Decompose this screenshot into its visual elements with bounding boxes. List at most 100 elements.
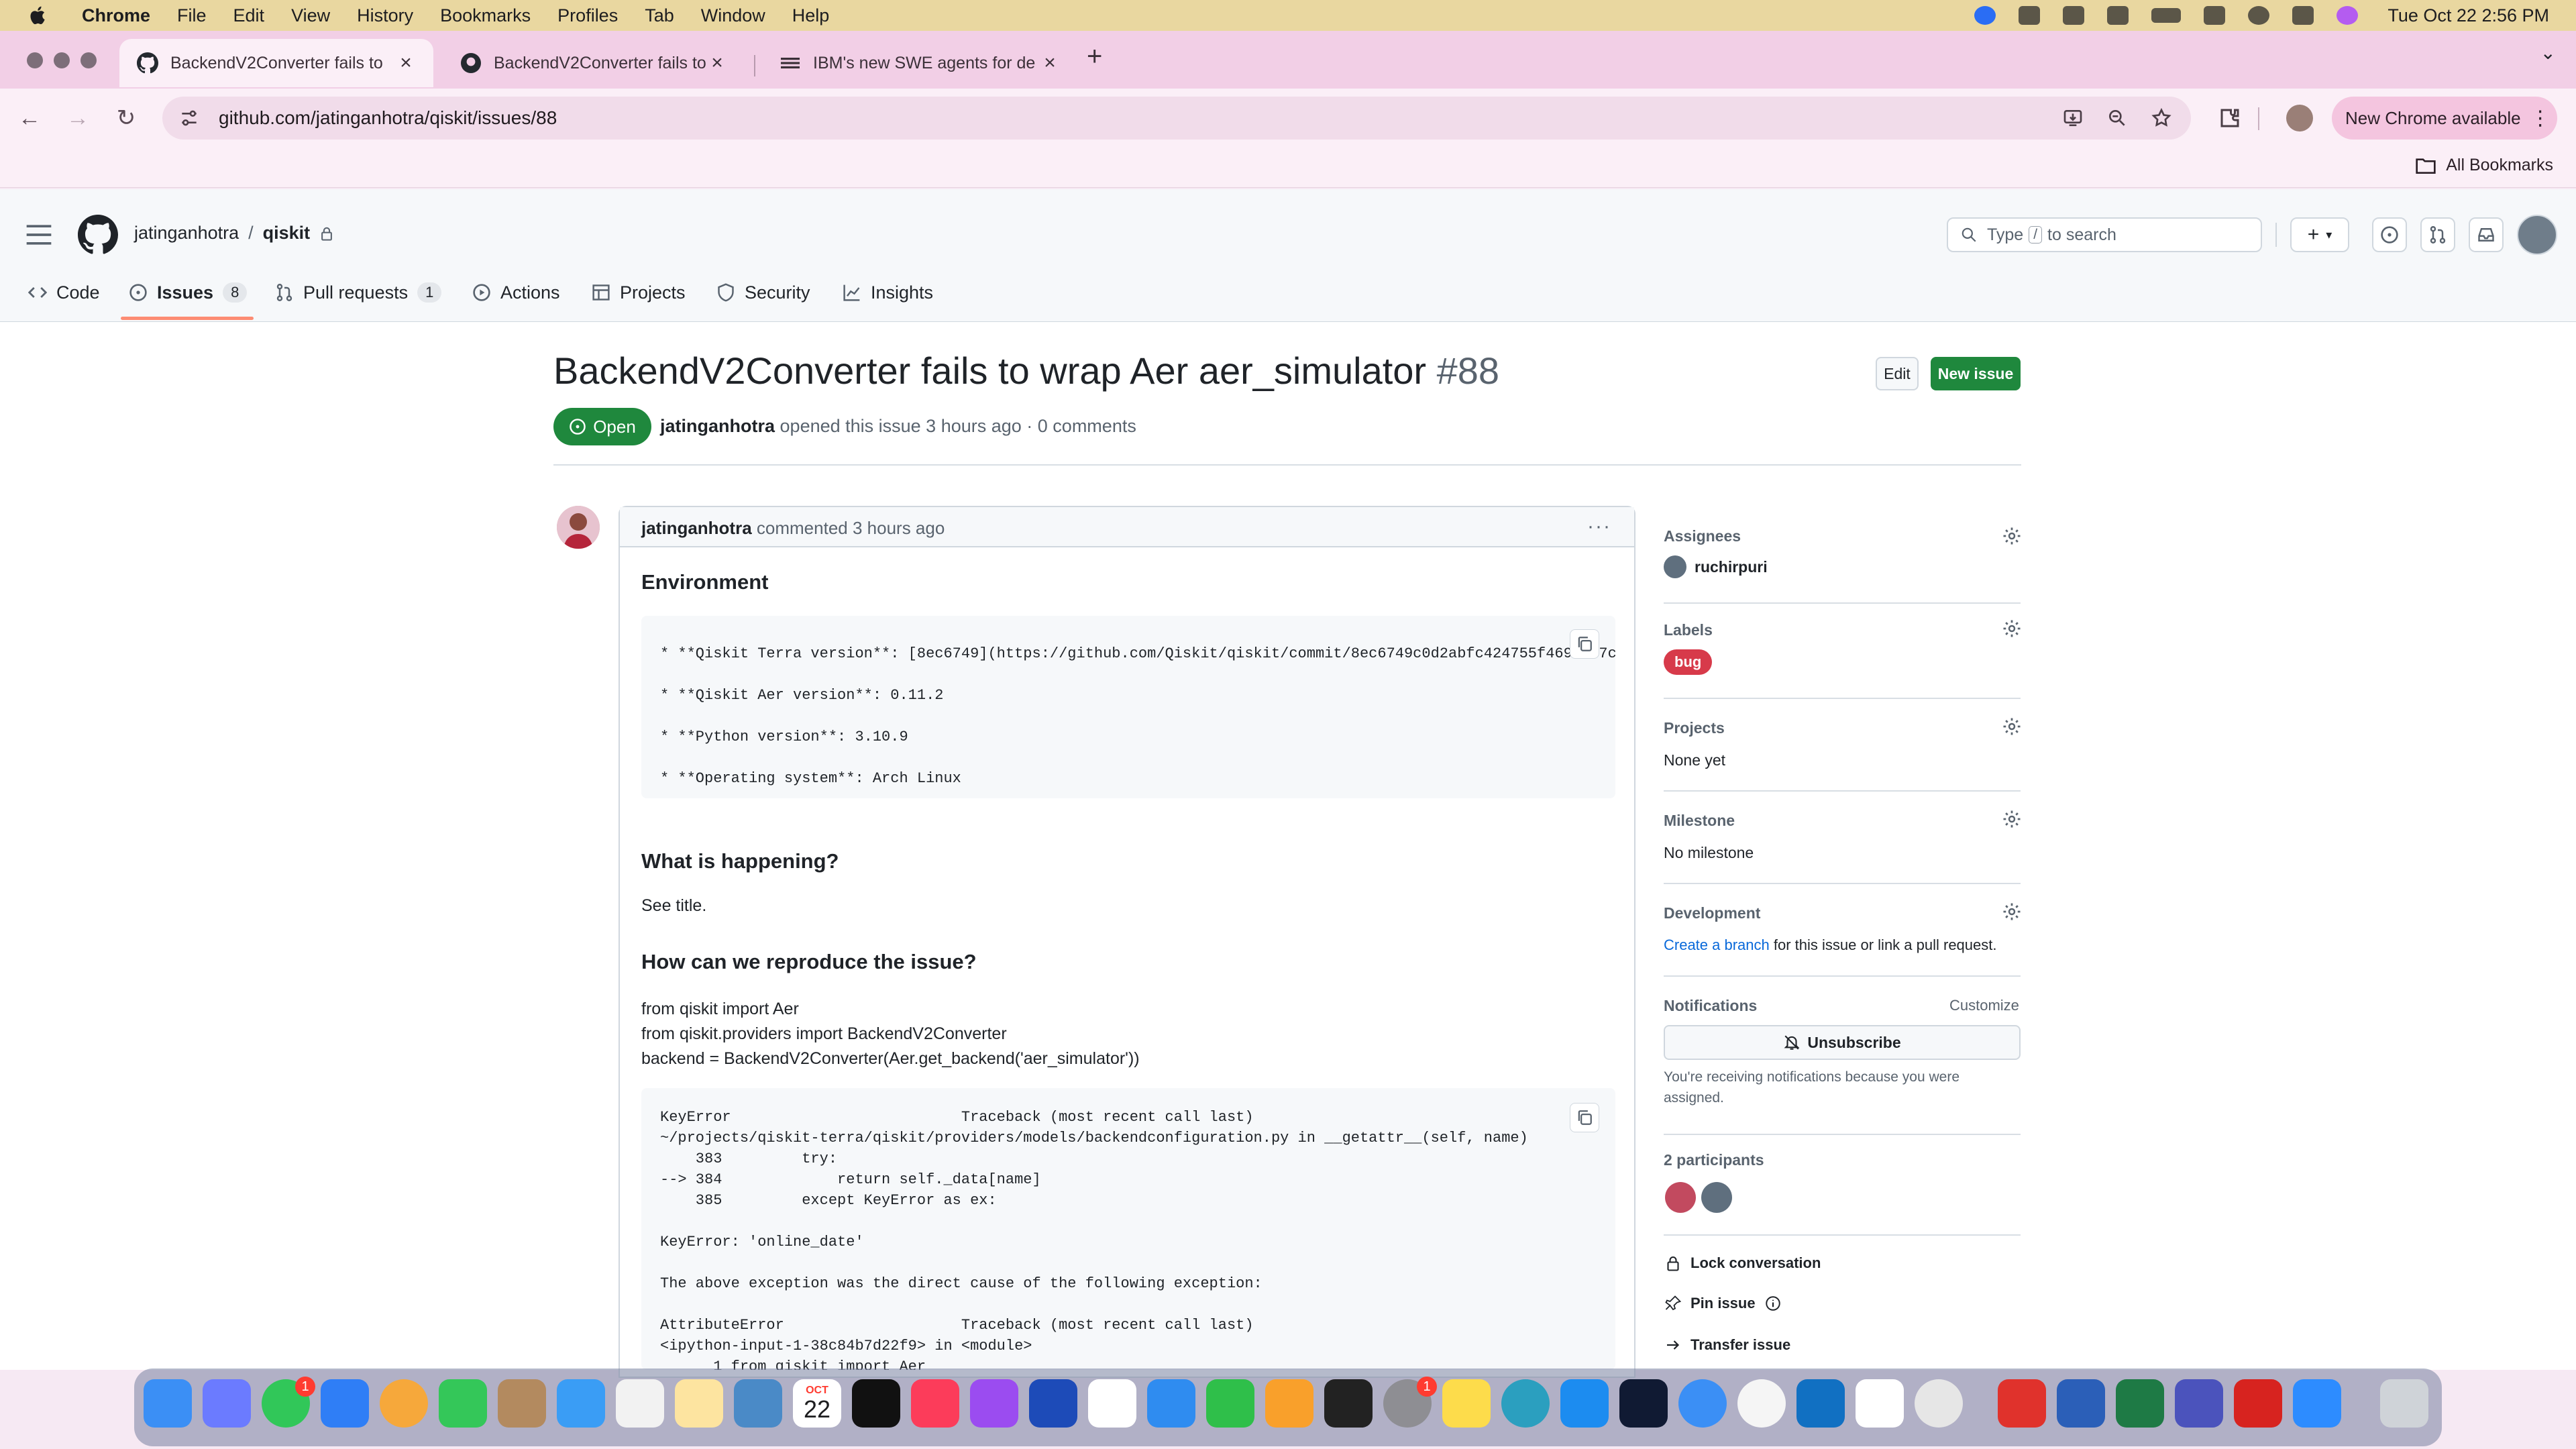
repo-owner-link[interactable]: jatinganhotra — [134, 223, 239, 244]
excel-icon[interactable] — [2116, 1379, 2164, 1428]
menu-app-name[interactable]: Chrome — [82, 5, 150, 26]
participant-avatar[interactable] — [1665, 1182, 1696, 1213]
music-icon[interactable] — [911, 1379, 959, 1428]
projects-gear-icon[interactable] — [2002, 716, 2022, 737]
battery-icon[interactable] — [2151, 8, 2182, 23]
chatgpt-icon[interactable] — [1915, 1379, 1963, 1428]
create-branch-link[interactable]: Create a branch — [1664, 936, 1770, 953]
acrobat-icon[interactable] — [2234, 1379, 2282, 1428]
labels-gear-icon[interactable] — [2002, 619, 2022, 639]
creative-cloud-icon[interactable] — [2019, 6, 2041, 25]
zoom-status-icon[interactable] — [1974, 6, 1996, 25]
vpn-icon[interactable] — [1501, 1379, 1550, 1428]
safari-icon[interactable] — [321, 1379, 369, 1428]
milestone-gear-icon[interactable] — [2002, 809, 2022, 829]
apple-tv-icon[interactable] — [852, 1379, 900, 1428]
assignees-gear-icon[interactable] — [2002, 526, 2022, 546]
lock-conversation-button[interactable]: Lock conversation — [1665, 1254, 1821, 1272]
bookmark-star-icon[interactable] — [2151, 107, 2172, 129]
menu-bookmarks[interactable]: Bookmarks — [440, 5, 531, 26]
tab-security[interactable]: Security — [716, 279, 810, 306]
github-logo-icon[interactable] — [78, 215, 118, 255]
menu-edit[interactable]: Edit — [233, 5, 265, 26]
menu-window[interactable]: Window — [701, 5, 765, 26]
tab-issues[interactable]: Issues 8 — [129, 279, 248, 306]
menu-profiles[interactable]: Profiles — [557, 5, 618, 26]
window-zoom-button[interactable] — [80, 52, 97, 68]
new-chrome-available-button[interactable]: New Chrome available ⋮ — [2332, 97, 2557, 140]
all-bookmarks-button[interactable]: All Bookmarks — [2415, 156, 2553, 175]
user-avatar[interactable] — [2517, 215, 2557, 255]
customize-link[interactable]: Customize — [1949, 997, 2019, 1014]
screen-mirror-icon[interactable] — [2107, 6, 2129, 25]
window-close-button[interactable] — [27, 52, 43, 68]
github-search-input[interactable]: Type / to search — [1947, 217, 2262, 252]
tab-projects[interactable]: Projects — [592, 279, 686, 306]
reminders-icon[interactable] — [616, 1379, 664, 1428]
unsubscribe-button[interactable]: Unsubscribe — [1664, 1025, 2021, 1060]
bug-label-badge[interactable]: bug — [1664, 649, 1713, 675]
labels-label[interactable]: Labels — [1664, 621, 1713, 639]
menu-file[interactable]: File — [177, 5, 207, 26]
new-tab-plus-icon[interactable]: + — [1087, 42, 1102, 72]
freeform-icon[interactable] — [734, 1379, 782, 1428]
terminal-icon[interactable] — [1324, 1379, 1373, 1428]
browser-tab[interactable]: IBM's new SWE agents for de × — [762, 39, 1077, 87]
safari-compass-icon[interactable] — [1678, 1379, 1727, 1428]
projects-label[interactable]: Projects — [1664, 719, 1725, 737]
sync-icon[interactable] — [2063, 6, 2085, 25]
profile-avatar[interactable] — [2286, 105, 2313, 131]
inbox-icon[interactable] — [2469, 217, 2504, 252]
tab-actions[interactable]: Actions — [472, 279, 560, 306]
menubar-clock[interactable]: Tue Oct 22 2:56 PM — [2387, 5, 2549, 26]
browser-tab-active[interactable]: BackendV2Converter fails to × — [119, 39, 433, 87]
mail-icon[interactable] — [557, 1379, 605, 1428]
url-text[interactable]: github.com/jatinganhotra/qiskit/issues/8… — [219, 107, 557, 129]
development-gear-icon[interactable] — [2002, 902, 2022, 922]
chrome-icon[interactable] — [1737, 1379, 1786, 1428]
stickies-icon[interactable] — [1442, 1379, 1491, 1428]
pull-requests-icon[interactable] — [2420, 217, 2455, 252]
launchpad-icon[interactable] — [203, 1379, 251, 1428]
contacts-icon[interactable] — [498, 1379, 546, 1428]
apple-icon[interactable] — [27, 4, 50, 27]
app-store-icon[interactable] — [1560, 1379, 1609, 1428]
edit-title-button[interactable]: Edit — [1876, 357, 1919, 390]
wifi-off-icon[interactable] — [2204, 6, 2226, 25]
comment-options-kebab-icon[interactable]: ··· — [1587, 515, 1611, 538]
numbers-icon[interactable] — [1206, 1379, 1254, 1428]
webex-icon[interactable] — [1619, 1379, 1668, 1428]
slack-icon[interactable] — [1856, 1379, 1904, 1428]
extensions-puzzle-icon[interactable] — [2218, 106, 2242, 130]
word-icon[interactable] — [2057, 1379, 2105, 1428]
tab-insights[interactable]: Insights — [843, 279, 933, 306]
menu-tab[interactable]: Tab — [645, 5, 674, 26]
pin-issue-button[interactable]: Pin issue — [1665, 1295, 1781, 1312]
hamburger-menu-icon[interactable] — [24, 221, 54, 248]
pages-icon[interactable] — [1265, 1379, 1313, 1428]
site-settings-icon[interactable] — [178, 107, 200, 129]
install-app-icon[interactable] — [2062, 107, 2084, 129]
address-bar[interactable]: github.com/jatinganhotra/qiskit/issues/8… — [162, 97, 2191, 140]
participant-avatar[interactable] — [1701, 1182, 1732, 1213]
siri-icon[interactable] — [2337, 6, 2359, 25]
podcasts-icon[interactable] — [970, 1379, 1018, 1428]
copy-icon[interactable] — [1570, 1103, 1599, 1132]
tab-code[interactable]: Code — [28, 279, 100, 306]
zoom-app-icon[interactable] — [2293, 1379, 2341, 1428]
acrobat-reader-icon[interactable] — [1998, 1379, 2046, 1428]
notes-icon[interactable] — [675, 1379, 723, 1428]
comment-author-link[interactable]: jatinganhotra — [641, 518, 752, 538]
menu-view[interactable]: View — [291, 5, 330, 26]
outlook-icon[interactable] — [1796, 1379, 1845, 1428]
calendar-icon[interactable]: OCT 22 — [793, 1379, 841, 1428]
back-arrow-icon[interactable]: ← — [15, 103, 44, 133]
photos-icon[interactable] — [380, 1379, 428, 1428]
zoom-icon[interactable] — [2106, 107, 2128, 129]
info-icon[interactable] — [1765, 1295, 1781, 1311]
issue-author-link[interactable]: jatinganhotra — [660, 416, 775, 436]
assignee-item[interactable]: ruchirpuri — [1664, 555, 1768, 578]
facetime-icon[interactable] — [439, 1379, 487, 1428]
close-tab-icon[interactable]: × — [396, 52, 416, 74]
tab-search-chevron-icon[interactable]: ⌄ — [2540, 42, 2556, 64]
